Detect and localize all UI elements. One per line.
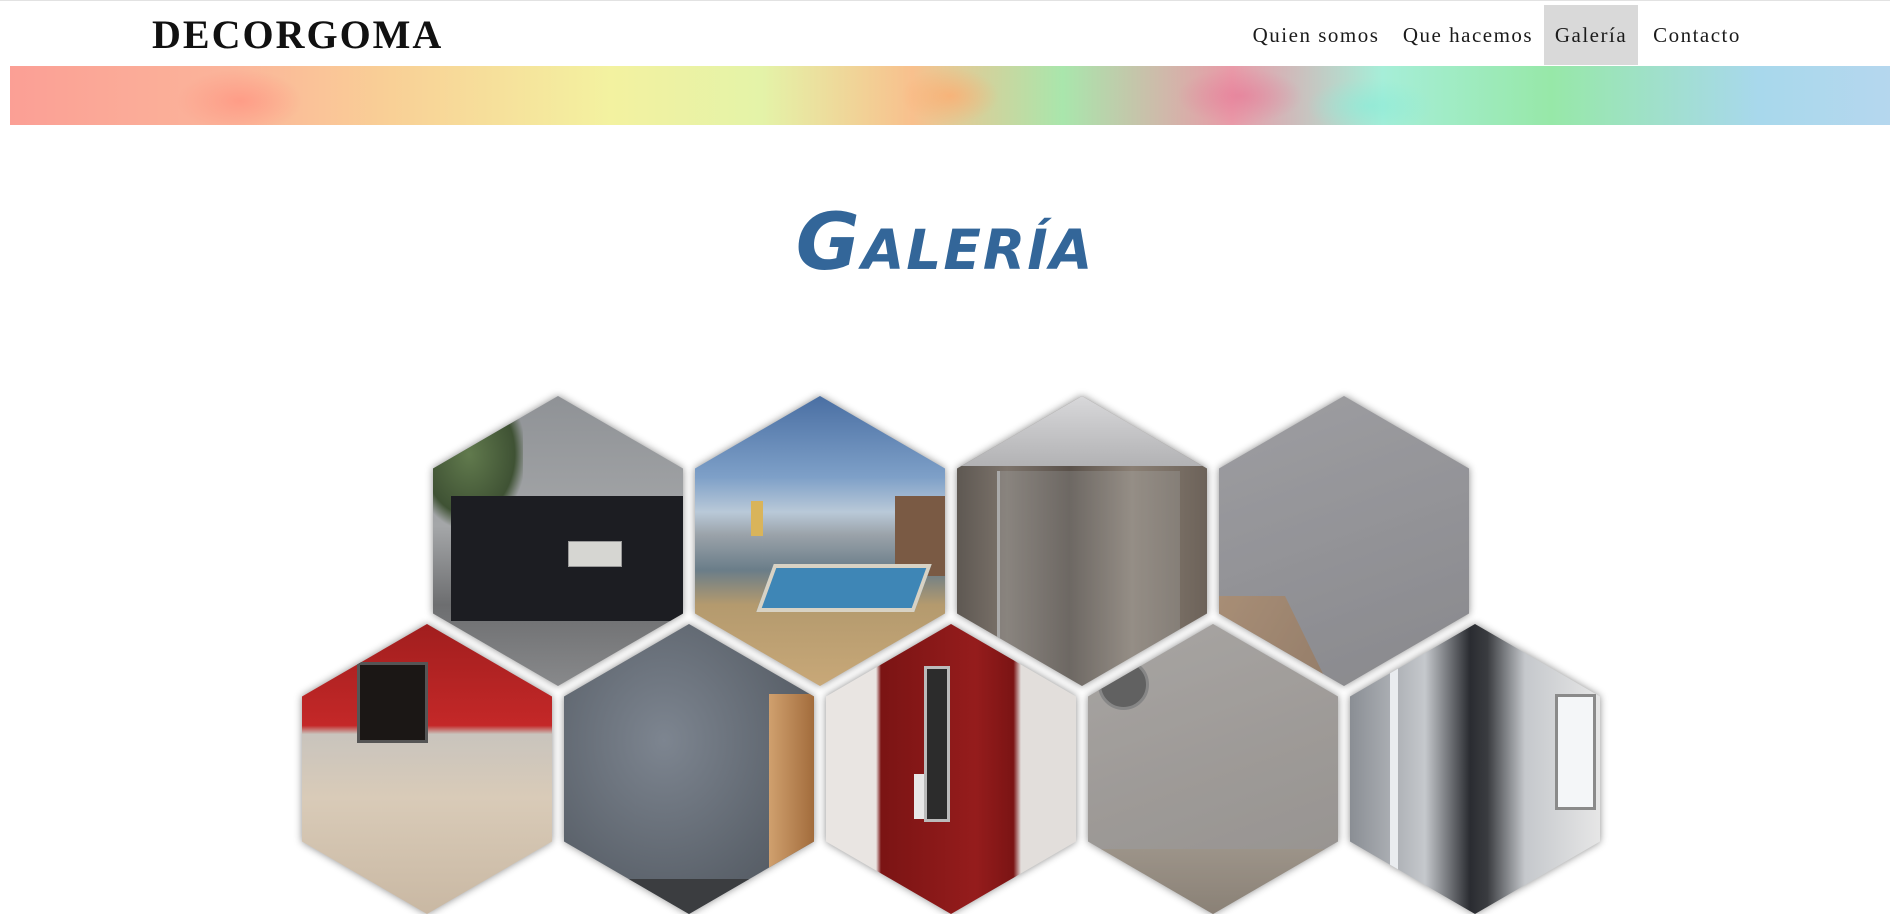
gallery-photo-red-kitchen[interactable] xyxy=(302,624,552,914)
page-title: Galería xyxy=(795,198,1095,288)
gallery-photo-speckled-wall[interactable] xyxy=(1088,624,1338,914)
nav-contacto[interactable]: Contacto xyxy=(1640,5,1754,65)
brand-logo[interactable]: DECORGOMA xyxy=(152,11,443,58)
top-navigation-bar: DECORGOMA Quien somos Que hacemos Galerí… xyxy=(0,0,1890,66)
nav-quien-somos[interactable]: Quien somos xyxy=(1246,5,1386,65)
gallery-photo-corridor[interactable] xyxy=(1350,624,1600,914)
decorative-color-banner xyxy=(10,66,1890,125)
nav-galeria[interactable]: Galería xyxy=(1544,5,1638,65)
hex-gallery xyxy=(0,0,1890,914)
nav-que-hacemos[interactable]: Que hacemos xyxy=(1394,5,1542,65)
gallery-photo-red-door[interactable] xyxy=(826,624,1076,914)
gallery-photo-textured-wall[interactable] xyxy=(564,624,814,914)
